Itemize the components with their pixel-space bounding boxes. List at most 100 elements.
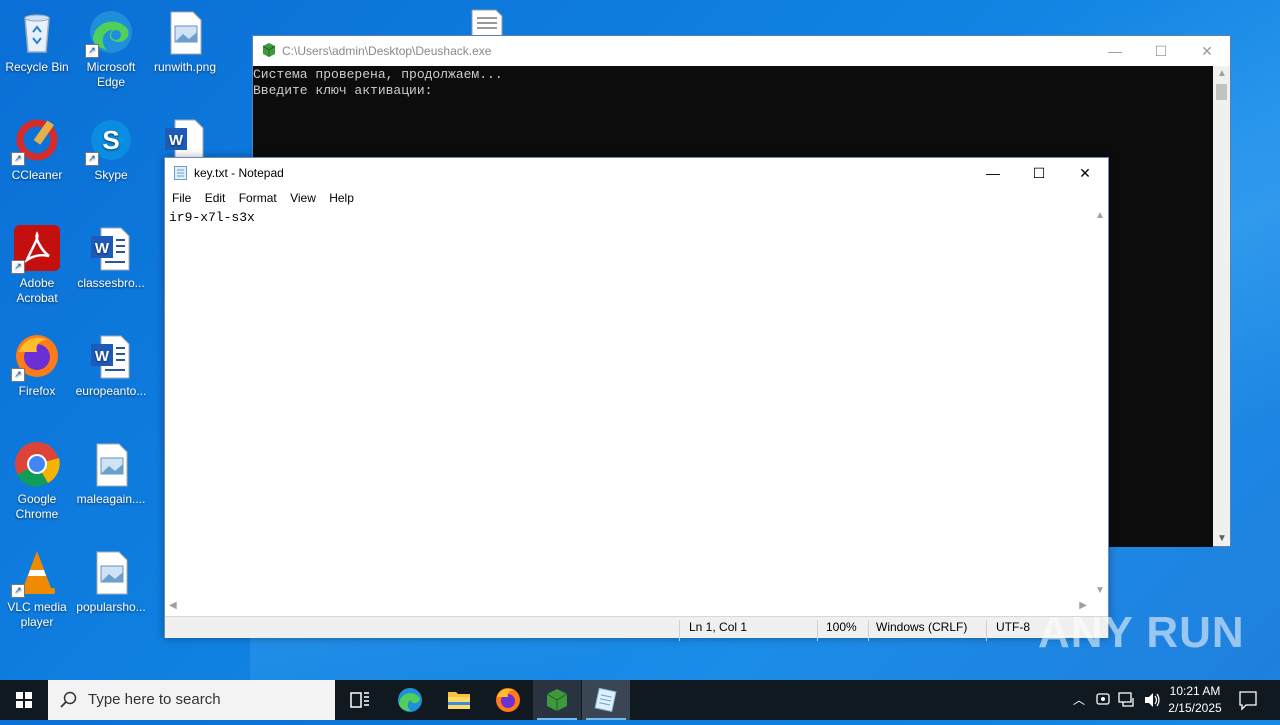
close-button[interactable]: ✕: [1184, 36, 1230, 66]
menu-bar: File Edit Format View Help: [165, 188, 1108, 208]
image-file-icon: [161, 8, 209, 56]
status-line-ending: Windows (CRLF): [876, 620, 968, 634]
acrobat-icon: ↗: [11, 224, 61, 274]
desktop-icon-label: Firefox: [18, 384, 56, 398]
menu-format[interactable]: Format: [234, 188, 282, 208]
chrome-icon: [13, 440, 61, 488]
desktop-icon-ccleaner[interactable]: ↗ CCleaner: [0, 110, 74, 183]
maximize-button[interactable]: ☐: [1138, 36, 1184, 66]
app-cube-icon: [546, 689, 568, 711]
taskbar-file-explorer[interactable]: [435, 680, 483, 720]
scroll-down-icon[interactable]: ▼: [1217, 533, 1227, 544]
notepad-titlebar[interactable]: key.txt - Notepad — ☐ ✕: [165, 158, 1108, 188]
menu-help[interactable]: Help: [324, 188, 359, 208]
clock-time: 10:21 AM: [1169, 684, 1221, 698]
close-button[interactable]: ✕: [1062, 158, 1108, 188]
clock[interactable]: 10:21 AM 2/15/2025: [1164, 680, 1226, 720]
desktop-icon-runwith[interactable]: runwith.png: [148, 2, 222, 75]
notepad-icon: [174, 166, 187, 180]
desktop-icon-label: Microsoft Edge: [86, 60, 136, 89]
desktop-icon-label: popularsho...: [76, 600, 146, 614]
tray-device-icon[interactable]: [1094, 680, 1112, 720]
console-scrollbar[interactable]: ▲ ▼: [1213, 66, 1230, 546]
shortcut-arrow-icon: ↗: [85, 44, 99, 58]
windows-logo-icon: [16, 692, 32, 708]
shortcut-arrow-icon: ↗: [11, 152, 25, 166]
word-doc-icon: W: [87, 332, 135, 380]
desktop-icon-microsoft-edge[interactable]: ↗ Microsoft Edge: [74, 2, 148, 90]
clock-date: 2/15/2025: [1168, 701, 1222, 715]
text-editor[interactable]: ir9-x7l-s3x: [165, 208, 1091, 598]
status-separator: [817, 620, 818, 641]
task-view-button[interactable]: [336, 680, 384, 720]
desktop-icon-popularsho[interactable]: popularsho...: [74, 542, 148, 615]
desktop-icon-skype[interactable]: S ↗ Skype: [74, 110, 148, 183]
menu-file[interactable]: File: [167, 188, 196, 208]
minimize-button[interactable]: —: [970, 158, 1016, 188]
desktop-icon-label: Recycle Bin: [5, 60, 69, 74]
scroll-down-icon[interactable]: ▼: [1095, 585, 1105, 596]
console-line: Система проверена, продолжаем...: [253, 67, 503, 82]
maximize-button[interactable]: ☐: [1016, 158, 1062, 188]
scroll-thumb[interactable]: [1216, 84, 1227, 100]
desktop-icon-recycle-bin[interactable]: Recycle Bin: [0, 2, 74, 75]
desktop-icon-label: CCleaner: [11, 168, 63, 182]
task-view-icon: [350, 692, 369, 708]
desktop-icon-label: maleagain....: [76, 492, 146, 506]
taskbar-notepad[interactable]: [582, 680, 630, 720]
scroll-left-icon[interactable]: ◀: [169, 600, 177, 611]
minimize-button[interactable]: —: [1092, 36, 1138, 66]
show-hidden-icons-button[interactable]: ︿: [1070, 680, 1088, 720]
image-file-icon: [87, 440, 135, 488]
taskbar-edge[interactable]: [386, 680, 434, 720]
svg-text:W: W: [169, 132, 184, 149]
edge-icon: ↗: [85, 8, 135, 58]
status-cursor-position: Ln 1, Col 1: [689, 620, 748, 634]
notepad-vertical-scrollbar[interactable]: ▲ ▼: [1091, 208, 1108, 598]
vlc-icon: ↗: [11, 548, 61, 598]
console-titlebar[interactable]: C:\Users\admin\Desktop\Deushack.exe — ☐ …: [253, 36, 1230, 66]
notepad-window[interactable]: key.txt - Notepad — ☐ ✕ File Edit Format…: [164, 157, 1109, 641]
desktop-icon-label: classesbro...: [77, 276, 145, 290]
desktop-icon-maleagain[interactable]: maleagain....: [74, 434, 148, 507]
taskbar-deushack[interactable]: [533, 680, 581, 720]
notifications-button[interactable]: [1236, 680, 1260, 720]
desktop-icon-europeanto[interactable]: W europeanto...: [74, 326, 148, 399]
desktop-icon-classesbro[interactable]: W classesbro...: [74, 218, 148, 291]
status-separator: [986, 620, 987, 641]
recycle-bin-icon: [13, 8, 61, 56]
ccleaner-icon: ↗: [11, 116, 61, 166]
status-encoding: UTF-8: [996, 620, 1030, 634]
desktop-icon-adobe-acrobat[interactable]: ↗ Adobe Acrobat: [0, 218, 74, 306]
svg-text:W: W: [95, 240, 110, 257]
desktop-icon-label: europeanto...: [75, 384, 147, 398]
desktop-icon-label: Google Chrome: [15, 492, 59, 521]
shortcut-arrow-icon: ↗: [11, 584, 25, 598]
status-separator: [679, 620, 680, 641]
desktop-icon-label: Adobe Acrobat: [16, 276, 58, 305]
menu-view[interactable]: View: [285, 188, 321, 208]
scroll-up-icon[interactable]: ▲: [1217, 68, 1227, 79]
word-doc-icon: W: [87, 224, 135, 272]
console-line: Введите ключ активации:: [253, 83, 433, 98]
desktop-icon-google-chrome[interactable]: Google Chrome: [0, 434, 74, 522]
menu-edit[interactable]: Edit: [200, 188, 231, 208]
taskbar-firefox[interactable]: [484, 680, 532, 720]
notepad-title: key.txt - Notepad: [194, 166, 284, 180]
start-button[interactable]: [0, 680, 48, 720]
notepad-horizontal-scrollbar[interactable]: ◀ ▶: [165, 598, 1091, 615]
taskbar: Type here to search ︿ 10:21 AM 2/15/2025: [0, 680, 1280, 720]
status-bar: Ln 1, Col 1 100% Windows (CRLF) UTF-8: [165, 616, 1108, 641]
skype-icon: S ↗: [85, 116, 135, 166]
volume-icon[interactable]: [1142, 680, 1162, 720]
taskbar-search[interactable]: Type here to search: [48, 680, 335, 720]
app-cube-icon: [262, 43, 276, 57]
desktop-icon-label: VLC media player: [7, 600, 67, 629]
svg-text:W: W: [95, 348, 110, 365]
folder-icon: [448, 692, 470, 709]
network-icon[interactable]: [1117, 680, 1137, 720]
desktop-icon-firefox[interactable]: ↗ Firefox: [0, 326, 74, 399]
desktop-icon-vlc[interactable]: ↗ VLC media player: [0, 542, 74, 630]
scroll-up-icon[interactable]: ▲: [1095, 210, 1105, 221]
desktop-document-icon[interactable]: [470, 8, 504, 37]
